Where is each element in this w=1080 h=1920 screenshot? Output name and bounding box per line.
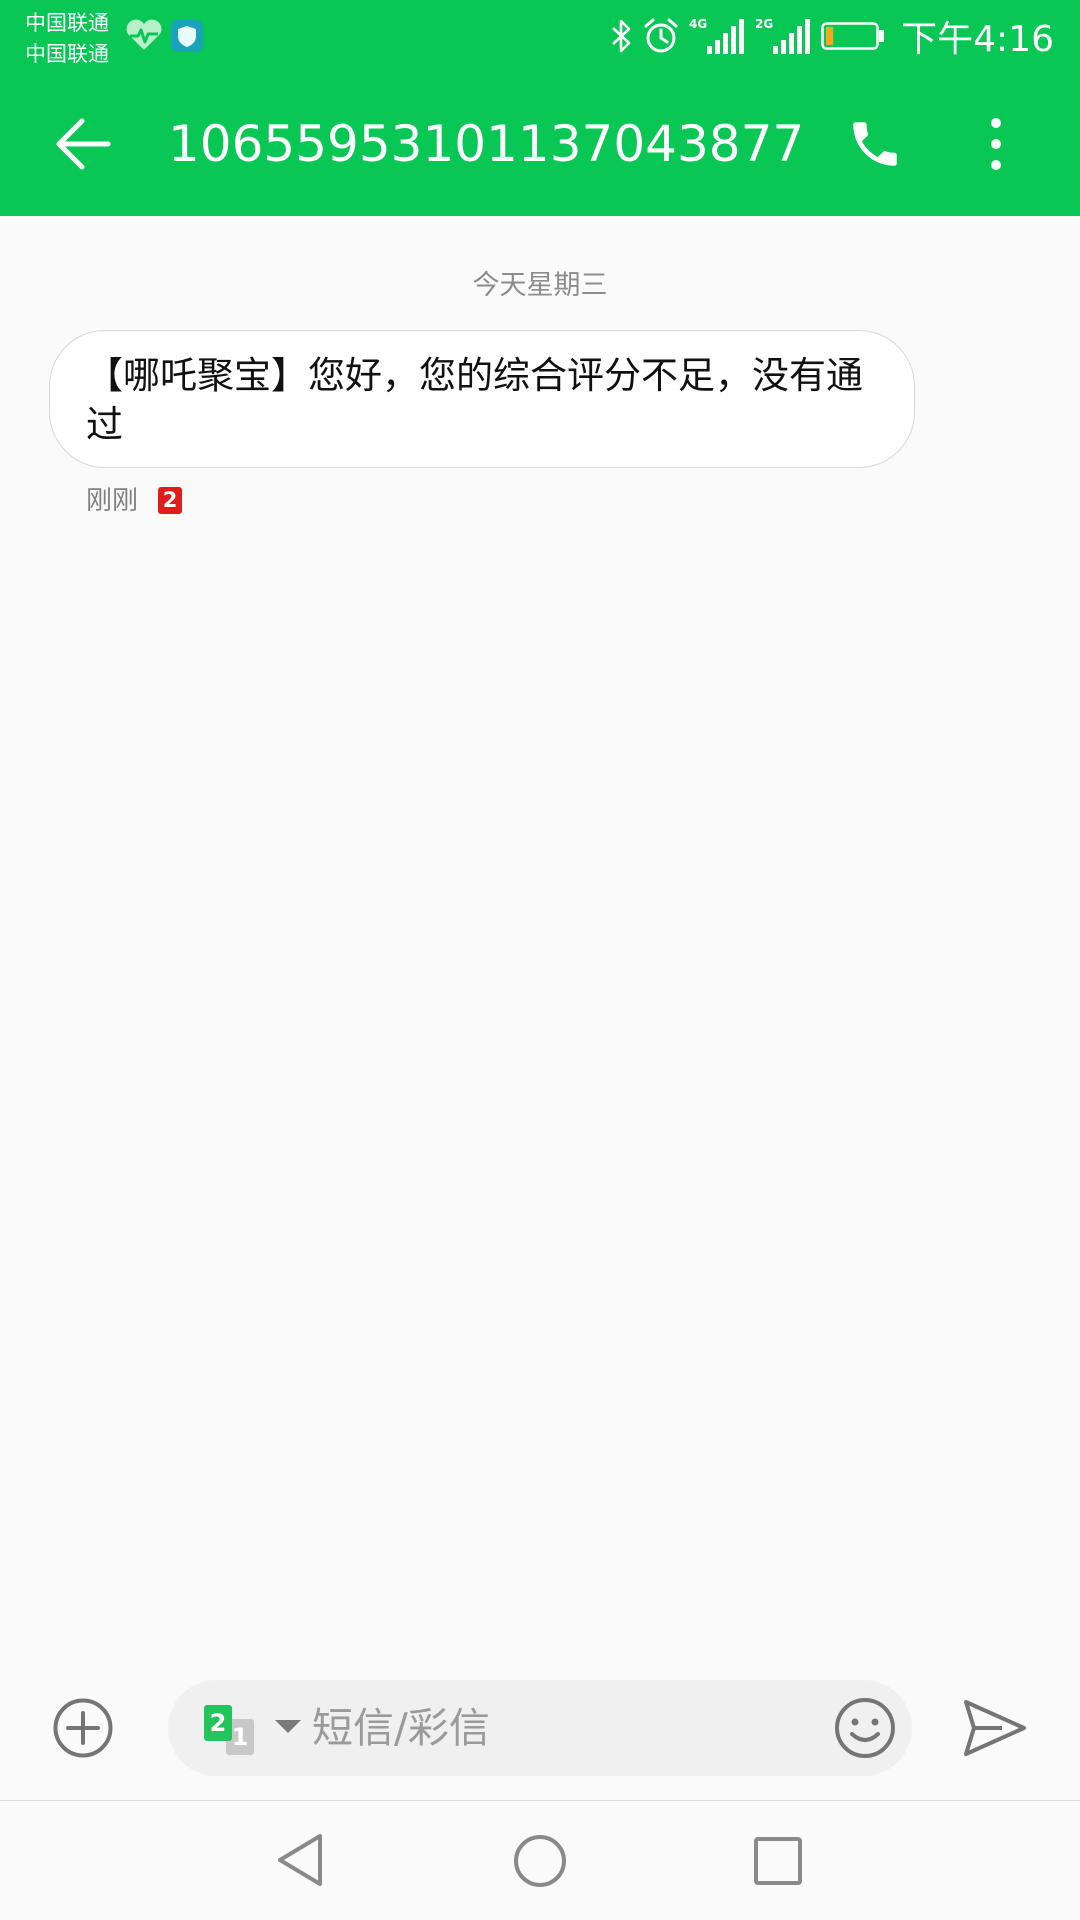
health-icon [126,19,162,50]
date-divider: 今天星期三 [472,270,608,301]
sim-active-icon: 2 [204,1705,232,1741]
sim-card-badge: 2 [158,487,182,514]
caret-down-icon[interactable] [275,1720,301,1733]
message-timestamp: 刚刚 [86,486,139,516]
signal-icon: 2G [755,17,811,54]
network-1-label: 4G [689,17,707,31]
send-icon[interactable] [962,1698,1028,1758]
alarm-icon [644,18,678,53]
status-icons: 4G 2G 下午4:16 [609,10,1054,62]
nav-back-icon[interactable] [274,1832,326,1888]
carrier-1-label: 中国联通 [25,11,109,35]
carrier-2-label: 中国联通 [25,42,109,66]
nav-divider [0,1800,1080,1801]
status-clock: 下午4:16 [901,19,1054,60]
bluetooth-icon [612,19,631,53]
compose-bar: 1 2 [168,1680,912,1776]
message-bubble[interactable]: 【哪吒聚宝】您好，您的综合评分不足，没有通过 [49,330,915,468]
signal-icon: 4G [689,17,745,54]
battery-level [826,27,834,45]
emoji-icon[interactable] [833,1696,897,1760]
sim-selector[interactable]: 1 2 [204,1705,256,1755]
carrier-info: 中国联通 中国联通 [25,8,109,70]
battery-icon [821,22,885,50]
nav-recent-icon[interactable] [753,1836,803,1886]
network-2-label: 2G [755,17,773,31]
nav-home-icon[interactable] [512,1833,568,1889]
add-attachment-icon[interactable] [52,1697,114,1759]
conversation-title: 10655953101137043877 [168,115,805,173]
back-arrow-icon[interactable] [52,113,114,175]
message-input[interactable] [312,1698,792,1758]
app-header: 中国联通 中国联通 4G 2G 下午4:16 10655953101137043… [0,0,1080,216]
more-vertical-icon[interactable] [978,113,1014,175]
shield-icon [171,20,203,52]
phone-call-icon[interactable] [846,115,904,173]
